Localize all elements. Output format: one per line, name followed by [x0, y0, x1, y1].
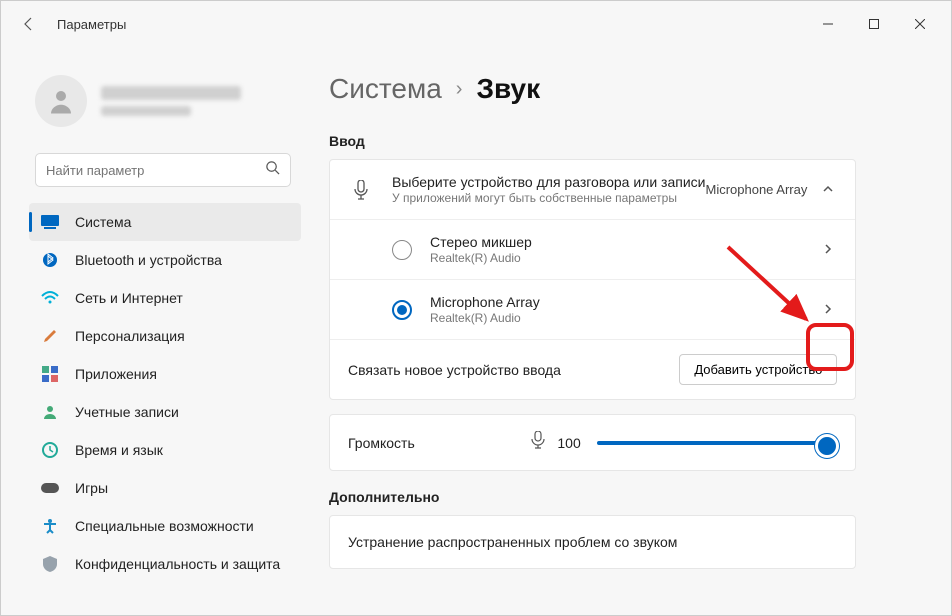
user-email	[101, 106, 191, 116]
nav-gaming[interactable]: Игры	[1, 469, 309, 507]
chevron-up-icon[interactable]	[819, 182, 837, 198]
selected-input-label: Microphone Array	[705, 182, 807, 197]
maximize-button[interactable]	[851, 8, 897, 40]
input-device-stereo-mixer[interactable]: Стерео микшер Realtek(R) Audio	[330, 220, 855, 280]
choose-input-title: Выберите устройство для разговора или за…	[392, 174, 705, 190]
shield-icon	[41, 555, 59, 573]
nav-label: Система	[75, 214, 131, 230]
input-device-card: Выберите устройство для разговора или за…	[329, 159, 856, 400]
add-device-button[interactable]: Добавить устройство	[679, 354, 837, 385]
avatar	[35, 75, 87, 127]
section-input-title: Ввод	[329, 133, 856, 149]
window-title: Параметры	[57, 17, 126, 32]
input-volume-card: Громкость 100	[329, 414, 856, 471]
close-button[interactable]	[897, 8, 943, 40]
radio-selected[interactable]	[392, 300, 412, 320]
main-content: Система › Звук Ввод Выберите устройство …	[309, 47, 876, 583]
microphone-icon[interactable]	[531, 431, 545, 454]
nav-apps[interactable]: Приложения	[1, 355, 309, 393]
choose-input-sub: У приложений могут быть собственные пара…	[392, 191, 705, 205]
chevron-right-icon[interactable]	[819, 242, 837, 258]
device-vendor: Realtek(R) Audio	[430, 251, 532, 265]
search-input-wrapper[interactable]	[35, 153, 291, 187]
choose-input-row[interactable]: Выберите устройство для разговора или за…	[330, 160, 855, 220]
nav-label: Специальные возможности	[75, 518, 254, 534]
sidebar: Система Bluetooth и устройства Сеть и Ин…	[1, 47, 309, 615]
input-device-microphone-array[interactable]: Microphone Array Realtek(R) Audio	[330, 280, 855, 340]
nav-system[interactable]: Система	[29, 203, 301, 241]
accounts-icon	[41, 403, 59, 421]
nav-privacy[interactable]: Конфиденциальность и защита	[1, 545, 309, 583]
nav-network[interactable]: Сеть и Интернет	[1, 279, 309, 317]
user-name	[101, 86, 241, 100]
nav-label: Приложения	[75, 366, 157, 382]
nav-accessibility[interactable]: Специальные возможности	[1, 507, 309, 545]
chevron-right-icon[interactable]	[819, 302, 837, 318]
nav-label: Персонализация	[75, 328, 185, 344]
device-name: Microphone Array	[430, 294, 540, 310]
nav-label: Игры	[75, 480, 108, 496]
nav-label: Время и язык	[75, 442, 163, 458]
breadcrumb-parent[interactable]: Система	[329, 73, 442, 105]
pair-new-device-row: Связать новое устройство ввода Добавить …	[330, 340, 855, 399]
nav-list: Система Bluetooth и устройства Сеть и Ин…	[1, 203, 309, 615]
nav-personalization[interactable]: Персонализация	[1, 317, 309, 355]
wifi-icon	[41, 289, 59, 307]
nav-label: Bluetooth и устройства	[75, 252, 222, 268]
troubleshoot-label: Устранение распространенных проблем со з…	[330, 516, 855, 568]
accessibility-icon	[41, 517, 59, 535]
microphone-icon	[348, 180, 374, 200]
breadcrumb-current: Звук	[476, 73, 540, 105]
breadcrumb: Система › Звук	[329, 73, 856, 105]
radio-unselected[interactable]	[392, 240, 412, 260]
brush-icon	[41, 327, 59, 345]
user-account-block[interactable]	[1, 47, 309, 147]
system-icon	[41, 213, 59, 231]
device-vendor: Realtek(R) Audio	[430, 311, 540, 325]
volume-value: 100	[557, 435, 585, 451]
search-icon	[265, 160, 280, 180]
device-name: Стерео микшер	[430, 234, 532, 250]
nav-label: Сеть и Интернет	[75, 290, 183, 306]
troubleshoot-card[interactable]: Устранение распространенных проблем со з…	[329, 515, 856, 569]
nav-label: Учетные записи	[75, 404, 179, 420]
nav-bluetooth[interactable]: Bluetooth и устройства	[1, 241, 309, 279]
nav-time-language[interactable]: Время и язык	[1, 431, 309, 469]
gaming-icon	[41, 479, 59, 497]
pair-label: Связать новое устройство ввода	[348, 362, 561, 378]
volume-label: Громкость	[348, 435, 415, 451]
clock-icon	[41, 441, 59, 459]
minimize-button[interactable]	[805, 8, 851, 40]
nav-label: Конфиденциальность и защита	[75, 556, 280, 572]
chevron-right-icon: ›	[456, 78, 463, 101]
section-advanced-title: Дополнительно	[329, 489, 856, 505]
volume-row: Громкость 100	[330, 415, 855, 470]
apps-icon	[41, 365, 59, 383]
back-button[interactable]	[19, 14, 39, 34]
search-input[interactable]	[46, 163, 265, 178]
bluetooth-icon	[41, 251, 59, 269]
nav-accounts[interactable]: Учетные записи	[1, 393, 309, 431]
volume-slider[interactable]	[597, 441, 837, 445]
